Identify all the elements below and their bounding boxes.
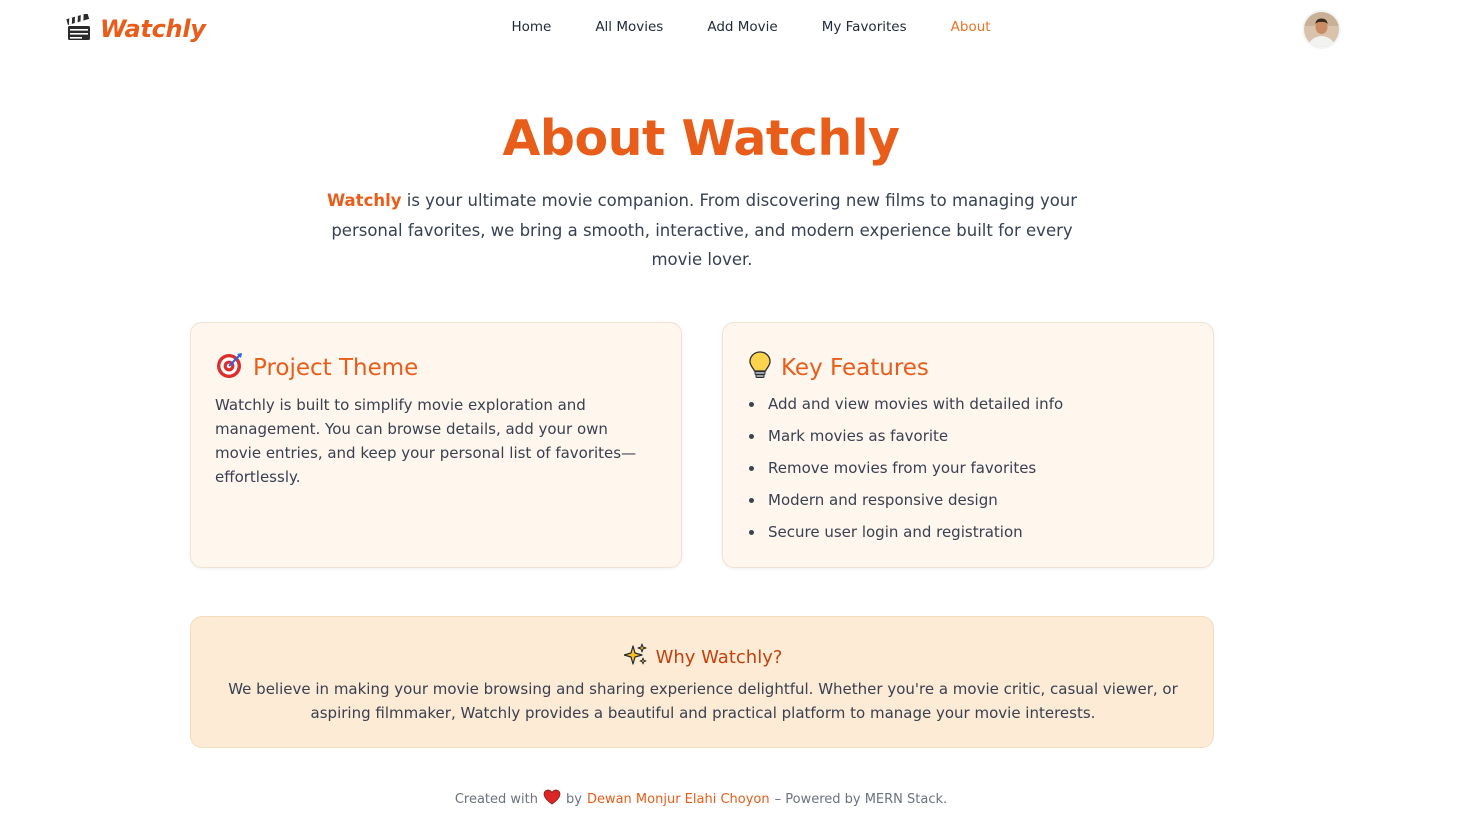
list-item: Mark movies as favorite bbox=[749, 425, 1063, 457]
intro-brand-highlight: Watchly bbox=[326, 191, 402, 210]
footer-by: by bbox=[566, 791, 582, 807]
project-theme-heading: Project Theme bbox=[215, 350, 418, 386]
sparkles-icon bbox=[622, 643, 648, 672]
why-watchly-section: Why Watchly? We believe in making your m… bbox=[190, 616, 1214, 748]
why-watchly-heading: Why Watchly? bbox=[191, 643, 1215, 672]
author-link[interactable]: Dewan Monjur Elahi Choyon bbox=[587, 792, 770, 807]
feature-text: Add and view movies with detailed info bbox=[768, 395, 1064, 413]
why-watchly-text: We believe in making your movie browsing… bbox=[228, 680, 1178, 722]
project-theme-title: Project Theme bbox=[253, 355, 419, 381]
user-avatar[interactable] bbox=[1302, 10, 1341, 49]
project-theme-text: Watchly is built to simplify movie explo… bbox=[215, 396, 637, 486]
key-features-card: Key Features Add and view movies with de… bbox=[722, 322, 1214, 568]
nav-home[interactable]: Home bbox=[511, 19, 551, 35]
list-item: Secure user login and registration bbox=[749, 521, 1063, 553]
intro-paragraph: Watchly is your ultimate movie companion… bbox=[312, 186, 1092, 275]
lightbulb-icon bbox=[747, 350, 773, 386]
footer: Created with by Dewan Monjur Elahi Choyo… bbox=[0, 789, 1402, 809]
navbar: Watchly Home All Movies Add Movie My Fav… bbox=[0, 0, 1458, 60]
list-item: Modern and responsive design bbox=[749, 489, 1063, 521]
footer-prefix: Created with bbox=[454, 791, 538, 807]
nav-add-movie[interactable]: Add Movie bbox=[707, 19, 777, 35]
heart-icon bbox=[543, 789, 561, 809]
feature-text: Remove movies from your favorites bbox=[768, 459, 1037, 477]
features-list: Add and view movies with detailed info M… bbox=[749, 393, 1063, 553]
target-icon bbox=[215, 350, 245, 386]
page-title: About Watchly bbox=[502, 110, 900, 167]
key-features-title: Key Features bbox=[781, 355, 929, 381]
key-features-heading: Key Features bbox=[747, 350, 929, 386]
main-nav: Home All Movies Add Movie My Favorites A… bbox=[0, 19, 1458, 35]
nav-my-favorites[interactable]: My Favorites bbox=[822, 19, 907, 35]
list-item: Add and view movies with detailed info bbox=[749, 393, 1063, 425]
feature-text: Modern and responsive design bbox=[768, 491, 998, 509]
feature-text: Secure user login and registration bbox=[768, 523, 1023, 541]
why-watchly-title: Why Watchly? bbox=[655, 647, 783, 668]
intro-text: is your ultimate movie companion. From d… bbox=[331, 191, 1078, 269]
nav-about[interactable]: About bbox=[951, 19, 991, 35]
list-item: Remove movies from your favorites bbox=[749, 457, 1063, 489]
footer-suffix: – Powered by MERN Stack. bbox=[774, 791, 948, 807]
nav-all-movies[interactable]: All Movies bbox=[595, 19, 663, 35]
project-theme-card: Project Theme Watchly is built to simpli… bbox=[190, 322, 682, 568]
feature-text: Mark movies as favorite bbox=[768, 427, 949, 445]
